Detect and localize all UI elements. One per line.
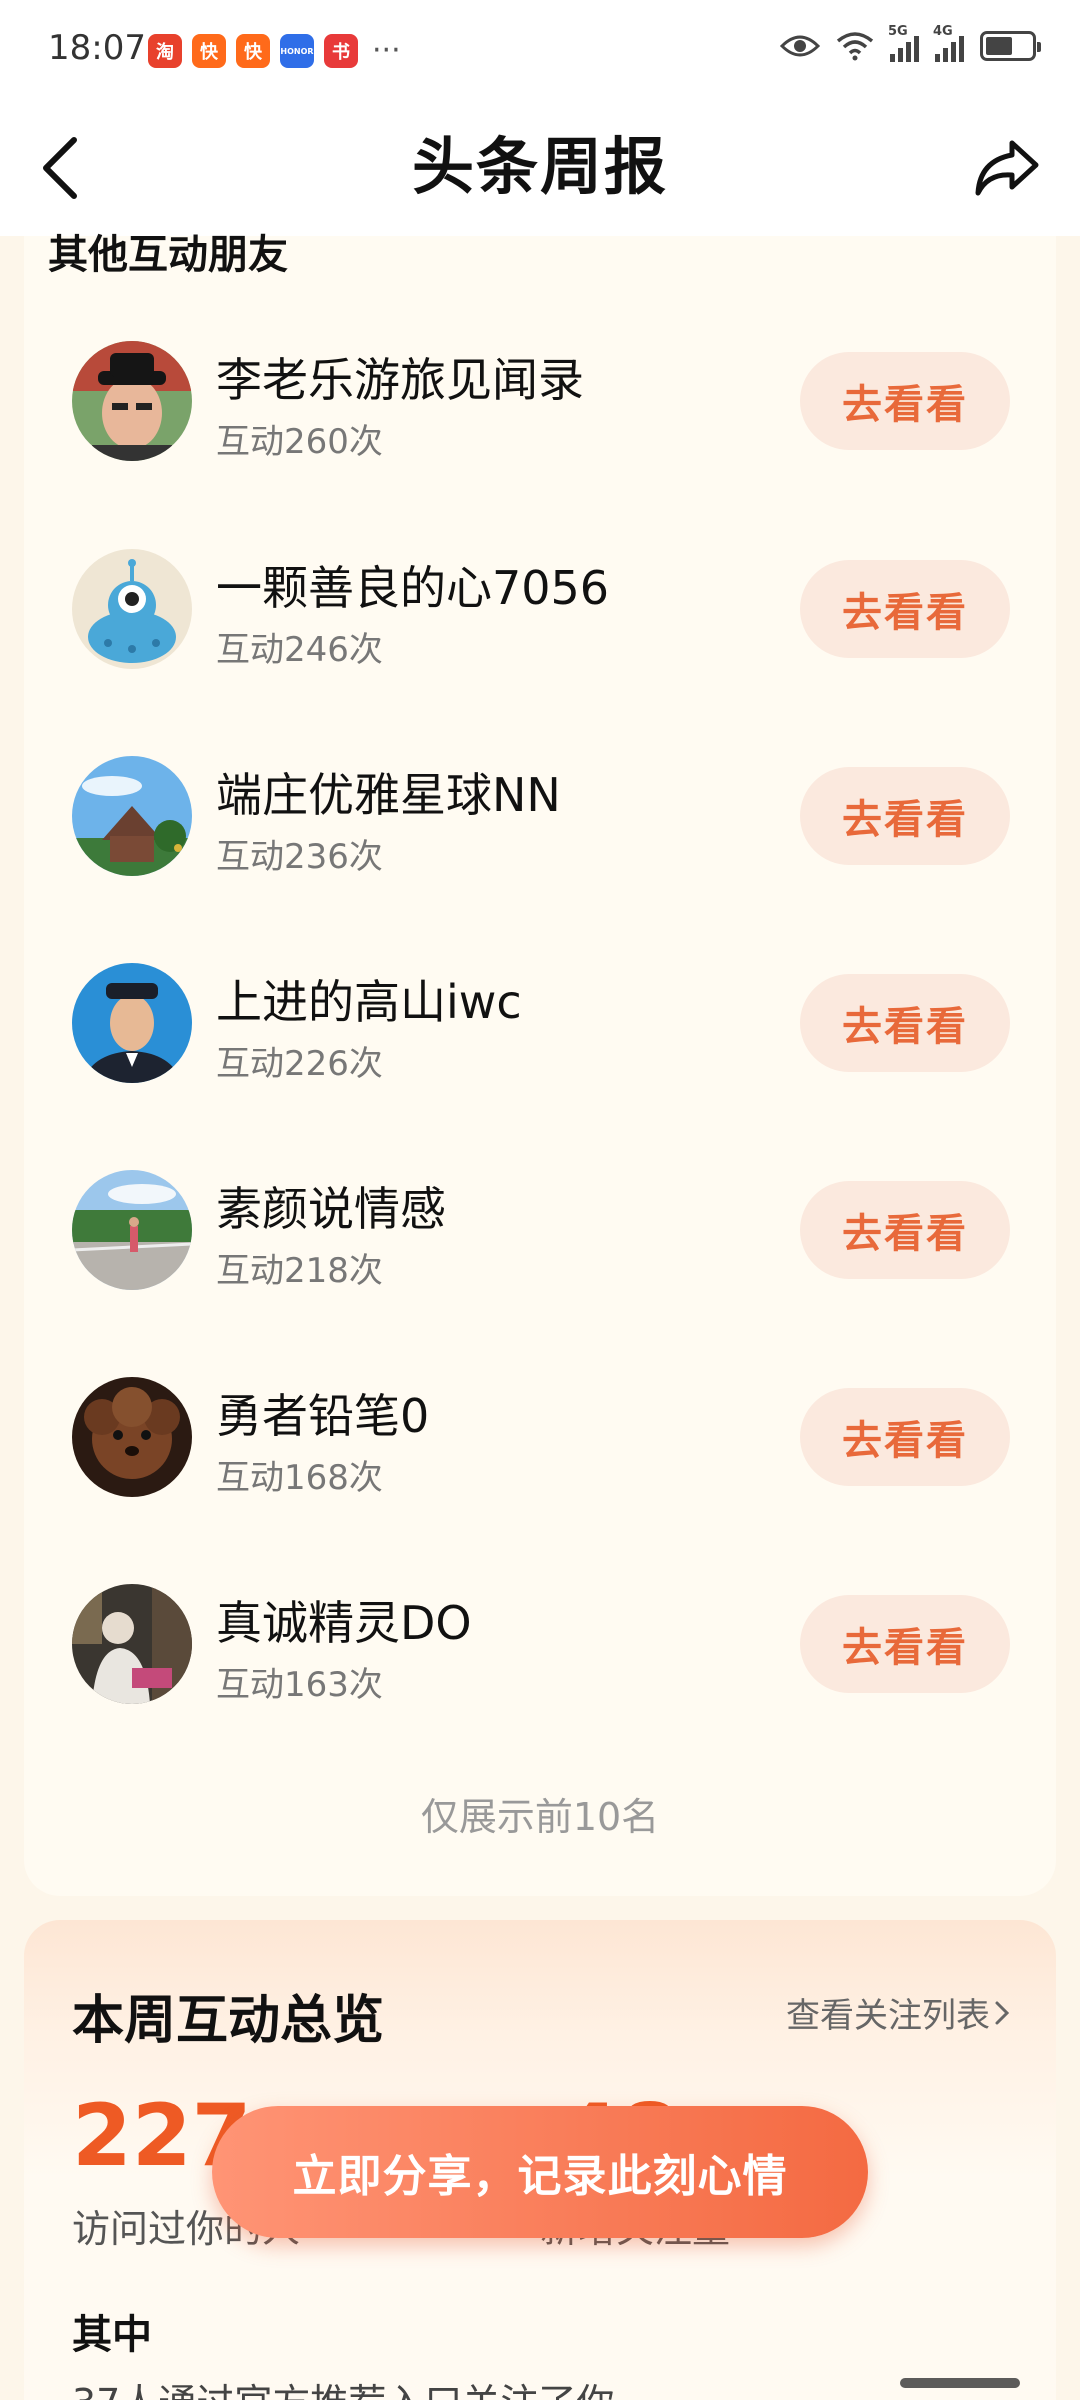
friend-name[interactable]: 素颜说情感	[216, 1173, 446, 1239]
friend-name[interactable]: 真诚精灵DO	[216, 1587, 472, 1653]
taobao-app-icon: 淘	[148, 34, 182, 68]
nav-bar: 头条周报	[0, 96, 1080, 236]
section-title-other-friends: 其他互动朋友	[48, 232, 288, 278]
notification-app-icons: 淘 快 快 HONOR 书 ···	[148, 34, 401, 68]
friend-name[interactable]: 勇者铅笔0	[216, 1380, 429, 1446]
go-see-button[interactable]: 去看看	[800, 560, 1010, 658]
page-title: 头条周报	[411, 130, 668, 203]
friend-item: 勇者铅笔0 互动168次 去看看	[0, 1362, 1080, 1512]
home-indicator[interactable]	[900, 2378, 1020, 2388]
interaction-count: 互动168次	[216, 1458, 383, 1498]
interaction-count: 互动163次	[216, 1665, 383, 1705]
eye-icon	[780, 35, 820, 57]
interaction-count: 互动246次	[216, 630, 383, 670]
friend-item: 上进的高山iwc 互动226次 去看看	[0, 948, 1080, 1098]
kuaishou-lite-app-icon: 快	[236, 34, 270, 68]
status-time: 18:07	[48, 28, 146, 68]
view-follow-list-label: 查看关注列表	[786, 1996, 990, 2036]
go-see-button[interactable]: 去看看	[800, 1595, 1010, 1693]
kuaishou-app-icon: 快	[192, 34, 226, 68]
avatar	[72, 341, 192, 461]
avatar	[72, 1584, 192, 1704]
status-bar: 18:07 淘 快 快 HONOR 书 ··· 5G 4G	[0, 0, 1080, 96]
recommendation-follow-text: 37人通过官方推荐入口关注了你	[72, 2372, 614, 2400]
view-follow-list-link[interactable]: 查看关注列表	[786, 1988, 1010, 2037]
friend-name[interactable]: 上进的高山iwc	[216, 966, 522, 1032]
chevron-right-icon	[995, 2001, 1010, 2024]
friend-item: 李老乐游旅见闻录 互动260次 去看看	[0, 326, 1080, 476]
interaction-count: 互动226次	[216, 1044, 383, 1084]
friend-name[interactable]: 李老乐游旅见闻录	[216, 344, 584, 410]
honor-app-icon: HONOR	[280, 34, 314, 68]
go-see-button[interactable]: 去看看	[800, 352, 1010, 450]
friend-item: 素颜说情感 互动218次 去看看	[0, 1155, 1080, 1305]
network-4g-label: 4G	[933, 24, 953, 39]
more-notifications-icon: ···	[372, 33, 401, 68]
avatar	[72, 756, 192, 876]
xiaohongshu-app-icon: 书	[324, 34, 358, 68]
share-icon	[975, 140, 1039, 196]
wifi-icon	[836, 32, 874, 61]
go-see-button[interactable]: 去看看	[800, 974, 1010, 1072]
overview-title: 本周互动总览	[72, 1991, 385, 2051]
go-see-button[interactable]: 去看看	[800, 1388, 1010, 1486]
avatar	[72, 1170, 192, 1290]
interaction-count: 互动236次	[216, 837, 383, 877]
avatar	[72, 549, 192, 669]
top-ten-note: 仅展示前10名	[420, 1795, 660, 1839]
interaction-count: 互动260次	[216, 422, 383, 462]
share-now-button[interactable]: 立即分享，记录此刻心情	[212, 2106, 868, 2238]
avatar	[72, 1377, 192, 1497]
share-button[interactable]	[940, 118, 1040, 218]
friend-name[interactable]: 端庄优雅星球NN	[216, 759, 561, 825]
go-see-button[interactable]: 去看看	[800, 767, 1010, 865]
status-icons: 5G 4G	[780, 24, 1041, 62]
signal-5g-icon: 5G	[888, 24, 919, 62]
friend-name[interactable]: 一颗善良的心7056	[216, 552, 609, 618]
friend-item: 端庄优雅星球NN 互动236次 去看看	[0, 741, 1080, 891]
interaction-count: 互动218次	[216, 1251, 383, 1291]
network-5g-label: 5G	[888, 24, 908, 39]
signal-4g-icon: 4G	[933, 24, 964, 62]
among-label: 其中	[72, 2312, 152, 2358]
battery-icon	[980, 31, 1041, 61]
avatar	[72, 963, 192, 1083]
friend-item: 一颗善良的心7056 互动246次 去看看	[0, 534, 1080, 684]
go-see-button[interactable]: 去看看	[800, 1181, 1010, 1279]
friend-item: 真诚精灵DO 互动163次 去看看	[0, 1569, 1080, 1719]
